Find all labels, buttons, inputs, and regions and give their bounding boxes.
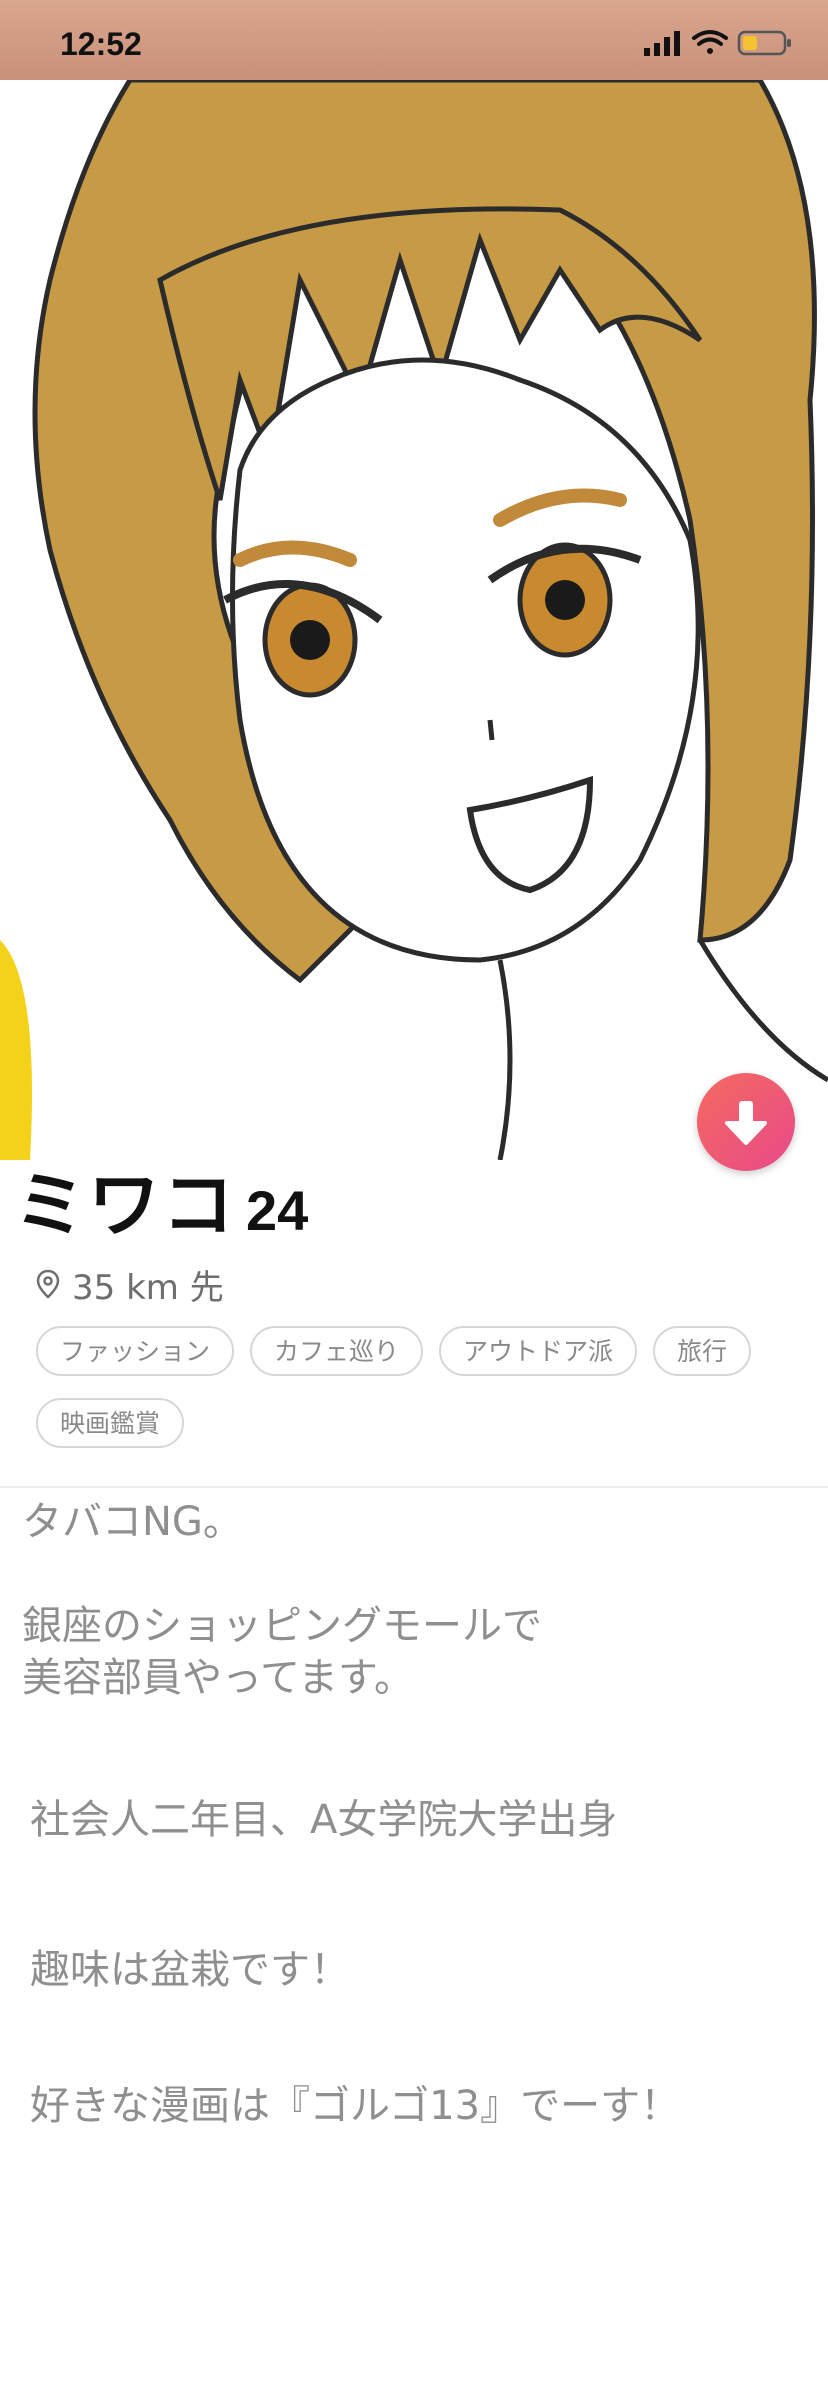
profile-illustration xyxy=(0,80,828,1160)
status-icons xyxy=(644,28,794,62)
bio-line: 趣味は盆栽です！ xyxy=(30,1947,350,1993)
battery-icon xyxy=(737,30,791,56)
expand-down-button[interactable] xyxy=(697,1073,795,1171)
bio-line: 銀座のショッピングモールで xyxy=(22,1603,542,1649)
wifi-icon xyxy=(692,30,728,54)
bio-line: 社会人二年目、A女学院大学出身 xyxy=(30,1797,618,1843)
tag-fashion[interactable]: ファッション xyxy=(36,1326,235,1376)
divider xyxy=(0,1486,828,1488)
tag-cafe[interactable]: カフェ巡り xyxy=(250,1326,424,1376)
name-row: ミワコ 24 xyxy=(14,1146,308,1247)
bio-line: 美容部員やってます。 xyxy=(22,1655,414,1701)
profile-name: ミワコ xyxy=(14,1163,237,1247)
bio-line: タバコNG。 xyxy=(22,1499,243,1545)
distance-text: 35 km 先 xyxy=(72,1267,224,1308)
profile-photo[interactable] xyxy=(0,80,828,1160)
profile-age: 24 xyxy=(246,1179,309,1242)
tag-outdoor[interactable]: アウトドア派 xyxy=(439,1326,638,1376)
tag-travel[interactable]: 旅行 xyxy=(653,1326,752,1376)
distance-row: 35 km 先 xyxy=(36,1262,224,1308)
location-pin-icon xyxy=(36,1269,60,1299)
tag-movies[interactable]: 映画鑑賞 xyxy=(36,1398,185,1448)
bio-line: 好きな漫画は『ゴルゴ13』でーす！ xyxy=(30,2083,681,2129)
interest-tags: ファッション カフェ巡り アウトドア派 旅行映画鑑賞 xyxy=(36,1326,796,1470)
signal-icon xyxy=(644,31,680,56)
status-time: 12:52 xyxy=(60,26,142,62)
arrow-down-icon xyxy=(725,1101,767,1145)
status-bar: 12:52 xyxy=(0,0,828,80)
profile-bio: タバコNG。 銀座のショッピングモールで 美容部員やってます。 社会人二年目、A… xyxy=(22,1496,812,2132)
